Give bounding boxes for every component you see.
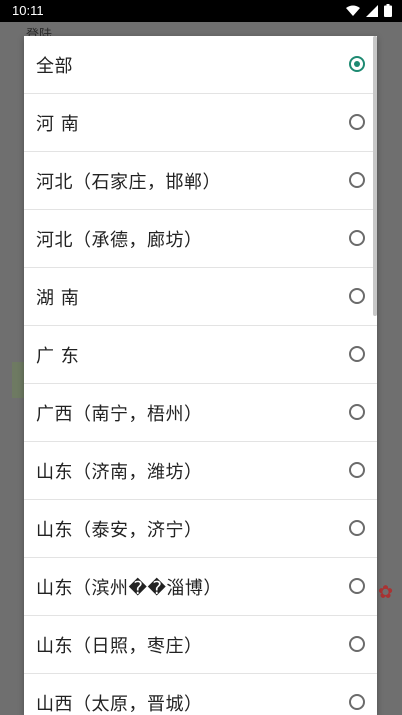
radio-unchecked-icon[interactable] — [349, 172, 365, 188]
region-option-label: 山东（日照，枣庄） — [36, 636, 203, 657]
status-icons — [346, 4, 392, 17]
radio-unchecked-icon[interactable] — [349, 346, 365, 362]
region-option-label: 山西（太原，晋城） — [36, 694, 203, 715]
radio-unchecked-icon[interactable] — [349, 636, 365, 652]
signal-icon — [366, 4, 378, 17]
radio-unchecked-icon[interactable] — [349, 694, 365, 710]
region-option[interactable]: 山东（济南，潍坊） — [24, 442, 377, 500]
radio-checked-icon[interactable] — [349, 56, 365, 72]
wifi-icon — [346, 5, 360, 16]
battery-icon — [384, 4, 392, 17]
region-option-label: 广西（南宁，梧州） — [36, 404, 203, 425]
radio-unchecked-icon[interactable] — [349, 288, 365, 304]
radio-unchecked-icon[interactable] — [349, 404, 365, 420]
region-picker-dialog: 全部河 南河北（石家庄，邯郸） 河北（承德，廊坊） 湖 南广 东广西（南宁，梧州） 山… — [24, 36, 377, 715]
region-option[interactable]: 广 东 — [24, 326, 377, 384]
region-option-label: 湖 南 — [36, 288, 80, 309]
scrollbar[interactable] — [373, 36, 377, 316]
radio-unchecked-icon[interactable] — [349, 114, 365, 130]
region-option[interactable]: 河北（石家庄，邯郸） — [24, 152, 377, 210]
radio-unchecked-icon[interactable] — [349, 462, 365, 478]
region-option[interactable]: 河 南 — [24, 94, 377, 152]
region-option-label: 河北（承德，廊坊） — [36, 230, 203, 251]
region-option-label: 山东（滨州��淄博） — [36, 578, 222, 599]
region-option[interactable]: 湖 南 — [24, 268, 377, 326]
status-time: 10:11 — [12, 3, 44, 18]
region-option-label: 广 东 — [36, 346, 80, 367]
region-option-label: 全部 — [36, 56, 73, 77]
region-option-label: 山东（济南，潍坊） — [36, 462, 203, 483]
radio-unchecked-icon[interactable] — [349, 520, 365, 536]
region-option[interactable]: 广西（南宁，梧州） — [24, 384, 377, 442]
region-option[interactable]: 全部 — [24, 36, 377, 94]
status-bar: 10:11 — [0, 0, 402, 22]
region-option-label: 河 南 — [36, 114, 80, 135]
region-option-label: 河北（石家庄，邯郸） — [36, 172, 221, 193]
region-option[interactable]: 山东（日照，枣庄） — [24, 616, 377, 674]
radio-unchecked-icon[interactable] — [349, 230, 365, 246]
region-option[interactable]: 河北（承德，廊坊） — [24, 210, 377, 268]
region-option-label: 山东（泰安，济宁） — [36, 520, 203, 541]
region-option[interactable]: 山东（滨州��淄博） — [24, 558, 377, 616]
region-option[interactable]: 山东（泰安，济宁） — [24, 500, 377, 558]
region-list: 全部河 南河北（石家庄，邯郸） 河北（承德，廊坊） 湖 南广 东广西（南宁，梧州） 山… — [24, 36, 377, 715]
region-option[interactable]: 山西（太原，晋城） — [24, 674, 377, 715]
background-decoration: ✿ — [378, 582, 394, 603]
radio-unchecked-icon[interactable] — [349, 578, 365, 594]
